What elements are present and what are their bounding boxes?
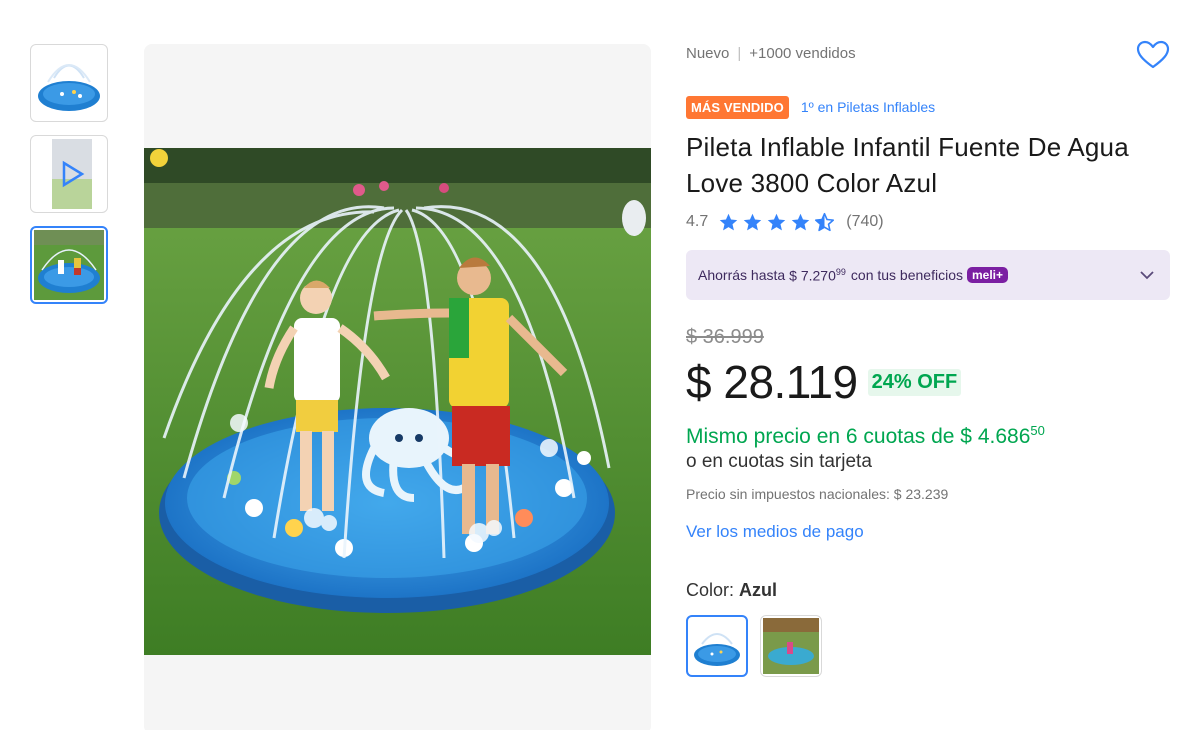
favorite-button[interactable] [1136, 40, 1170, 70]
color-selected-value: Azul [739, 580, 778, 600]
rating-count: (740) [846, 213, 884, 230]
star-full-icon [720, 213, 738, 230]
benefits-amount-value: $ 7.270 [789, 267, 836, 284]
payment-methods-link[interactable]: Ver los medios de pago [686, 520, 864, 544]
price-row: $ 28.119 24% OFF [686, 354, 1170, 410]
pool-photo-image [763, 618, 819, 674]
star-full-icon [792, 213, 810, 230]
star-full-icon [768, 213, 786, 230]
chevron-down-icon [1140, 271, 1154, 280]
current-price: $ 28.119 [686, 356, 858, 408]
benefits-banner[interactable]: Ahorrás hasta $ 7.27099 con tus benefici… [686, 250, 1170, 300]
benefits-amount-cents: 99 [835, 266, 846, 277]
color-swatch-alt[interactable] [760, 615, 822, 677]
thumbnail-video[interactable] [30, 135, 108, 213]
product-subtitle: Nuevo | +1000 vendidos [686, 40, 1170, 68]
thumbnail-product[interactable] [30, 44, 108, 122]
meli-plus-logo: meli+ [966, 267, 1009, 283]
no-card-installments: o en cuotas sin tarjeta [686, 451, 872, 472]
installments-info: Mismo precio en 6 cuotas de $ 4.68650 [686, 416, 1170, 448]
main-product-image[interactable] [144, 44, 651, 730]
color-swatches [686, 615, 1170, 677]
heart-icon [1136, 40, 1170, 69]
pool-image [694, 633, 740, 666]
product-page: Nuevo | +1000 vendidos MÁS VENDIDO 1º en P… [0, 0, 1200, 730]
discount-badge: 24% OFF [867, 368, 962, 396]
thumbnail-gallery [30, 44, 110, 317]
rating-score: 4.7 [686, 213, 709, 230]
product-photo [144, 148, 651, 655]
condition-label: Nuevo [686, 45, 730, 62]
product-title: Pileta Inflable Infantil Fuente De Agua … [686, 132, 1129, 198]
subtitle-separator: | [737, 45, 742, 62]
benefits-text-2: con tus beneficios [850, 267, 963, 283]
product-info: Nuevo | +1000 vendidos MÁS VENDIDO 1º en P… [686, 40, 1170, 677]
installments-text: Mismo precio en 6 cuotas de $ 4.686 [686, 425, 1031, 448]
color-label: Color: Azul [686, 577, 1170, 603]
color-swatch-azul[interactable] [686, 615, 748, 677]
category-ranking-link[interactable]: 1º en Piletas Inflables [801, 99, 935, 115]
color-label-text: Color: [686, 580, 735, 600]
thumbnail-kids-playing[interactable] [30, 226, 108, 304]
benefits-amount: $ 7.27099 [789, 267, 846, 284]
tax-info: Precio sin impuestos nacionales: $ 23.23… [686, 486, 949, 502]
sold-count: +1000 vendidos [749, 45, 856, 62]
rating-row[interactable]: 4.7 (740) [686, 209, 1170, 235]
badges-row: MÁS VENDIDO 1º en Piletas Inflables [686, 95, 1170, 119]
star-full-icon [744, 213, 762, 230]
best-seller-badge: MÁS VENDIDO [686, 95, 789, 119]
original-price: $ 36.999 [686, 326, 764, 348]
benefits-text: Ahorrás hasta [698, 267, 786, 283]
rating-stars [718, 212, 835, 233]
installments-cents: 50 [1030, 423, 1045, 438]
star-half-icon [815, 212, 835, 231]
